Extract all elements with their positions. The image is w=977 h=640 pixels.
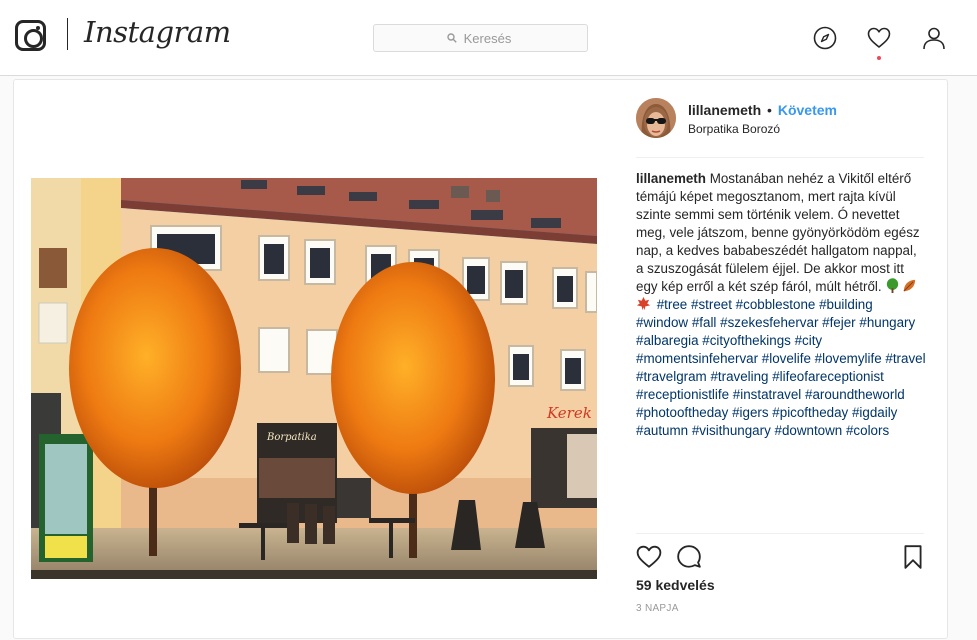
- instagram-wordmark[interactable]: Instagram: [84, 15, 231, 49]
- separator-dot: •: [767, 102, 772, 118]
- hashtag-link[interactable]: #cobblestone: [736, 297, 816, 312]
- follow-button[interactable]: Követem: [778, 102, 837, 118]
- hashtag-link[interactable]: #building: [819, 297, 873, 312]
- hashtag-link[interactable]: #receptionistlife: [636, 387, 729, 402]
- hashtag-link[interactable]: #autumn: [636, 423, 688, 438]
- hashtag-link[interactable]: #cityofthekings: [702, 333, 791, 348]
- caption-username[interactable]: lillanemeth: [636, 171, 706, 186]
- search-input[interactable]: [374, 25, 587, 51]
- hashtag-link[interactable]: #visithungary: [692, 423, 771, 438]
- location-link[interactable]: Borpatika Borozó: [688, 122, 780, 136]
- header-divider: [636, 157, 924, 158]
- hashtag-link[interactable]: #window: [636, 315, 688, 330]
- hashtag-link[interactable]: #lovelife: [762, 351, 811, 366]
- post-caption: lillanemeth Mostanában nehéz a Vikitől e…: [636, 170, 926, 440]
- svg-text:Kerek: Kerek: [546, 404, 592, 422]
- avatar[interactable]: [636, 98, 676, 138]
- nav-divider: [67, 18, 68, 50]
- actions-divider: [636, 533, 924, 534]
- bookmark-icon[interactable]: [900, 544, 926, 570]
- hashtag-link[interactable]: #colors: [846, 423, 889, 438]
- hashtag-link[interactable]: #travelgram: [636, 369, 707, 384]
- hashtag-link[interactable]: #aroundtheworld: [805, 387, 905, 402]
- like-heart-icon[interactable]: [636, 544, 662, 570]
- like-count[interactable]: 59 kedvelés: [636, 577, 715, 593]
- top-navbar: Instagram: [0, 0, 977, 76]
- hashtag-link[interactable]: #igers: [732, 405, 768, 420]
- tree-emoji-icon: [887, 278, 899, 293]
- hashtag-link[interactable]: #travel: [885, 351, 925, 366]
- heart-icon[interactable]: [867, 26, 891, 50]
- caption-hashtags: #tree #street #cobblestone #building #wi…: [636, 297, 926, 438]
- comment-icon[interactable]: [676, 544, 702, 570]
- post-card: Borpatika Kerek lillanemeth • Követem Bo…: [13, 79, 948, 639]
- hashtag-link[interactable]: #downtown: [775, 423, 843, 438]
- profile-icon[interactable]: [922, 26, 946, 50]
- hashtag-link[interactable]: #hungary: [859, 315, 915, 330]
- hashtag-link[interactable]: #momentsinfehervar: [636, 351, 758, 366]
- fallen-leaf-emoji-icon: [903, 279, 916, 292]
- hashtag-link[interactable]: #lifeofareceptionist: [772, 369, 884, 384]
- hashtag-link[interactable]: #szekesfehervar: [720, 315, 818, 330]
- svg-text:Borpatika: Borpatika: [266, 432, 317, 443]
- hashtag-link[interactable]: #fall: [692, 315, 717, 330]
- post-timestamp[interactable]: 3 NAPJA: [636, 603, 679, 614]
- explore-icon[interactable]: [813, 26, 837, 50]
- hashtag-link[interactable]: #instatravel: [733, 387, 801, 402]
- hashtag-link[interactable]: #albaregia: [636, 333, 699, 348]
- search-box[interactable]: [373, 24, 588, 52]
- caption-text: Mostanában nehéz a Vikitől eltérő témájú…: [636, 171, 920, 294]
- username-link[interactable]: lillanemeth: [688, 102, 761, 118]
- instagram-logo-icon[interactable]: [15, 20, 46, 51]
- hashtag-link[interactable]: #fejer: [822, 315, 856, 330]
- hashtag-link[interactable]: #igdaily: [852, 405, 897, 420]
- post-photo[interactable]: Borpatika Kerek: [31, 178, 597, 579]
- hashtag-link[interactable]: #street: [691, 297, 732, 312]
- hashtag-link[interactable]: #city: [795, 333, 823, 348]
- activity-notification-dot: [877, 56, 881, 60]
- post-header: lillanemeth • Követem: [688, 102, 837, 118]
- hashtag-link[interactable]: #tree: [657, 297, 688, 312]
- maple-leaf-emoji-icon: [636, 296, 651, 311]
- hashtag-link[interactable]: #photooftheday: [636, 405, 728, 420]
- hashtag-link[interactable]: #lovemylife: [815, 351, 882, 366]
- hashtag-link[interactable]: #traveling: [710, 369, 768, 384]
- post-sidebar: lillanemeth • Követem Borpatika Borozó l…: [636, 80, 926, 640]
- hashtag-link[interactable]: #picoftheday: [772, 405, 848, 420]
